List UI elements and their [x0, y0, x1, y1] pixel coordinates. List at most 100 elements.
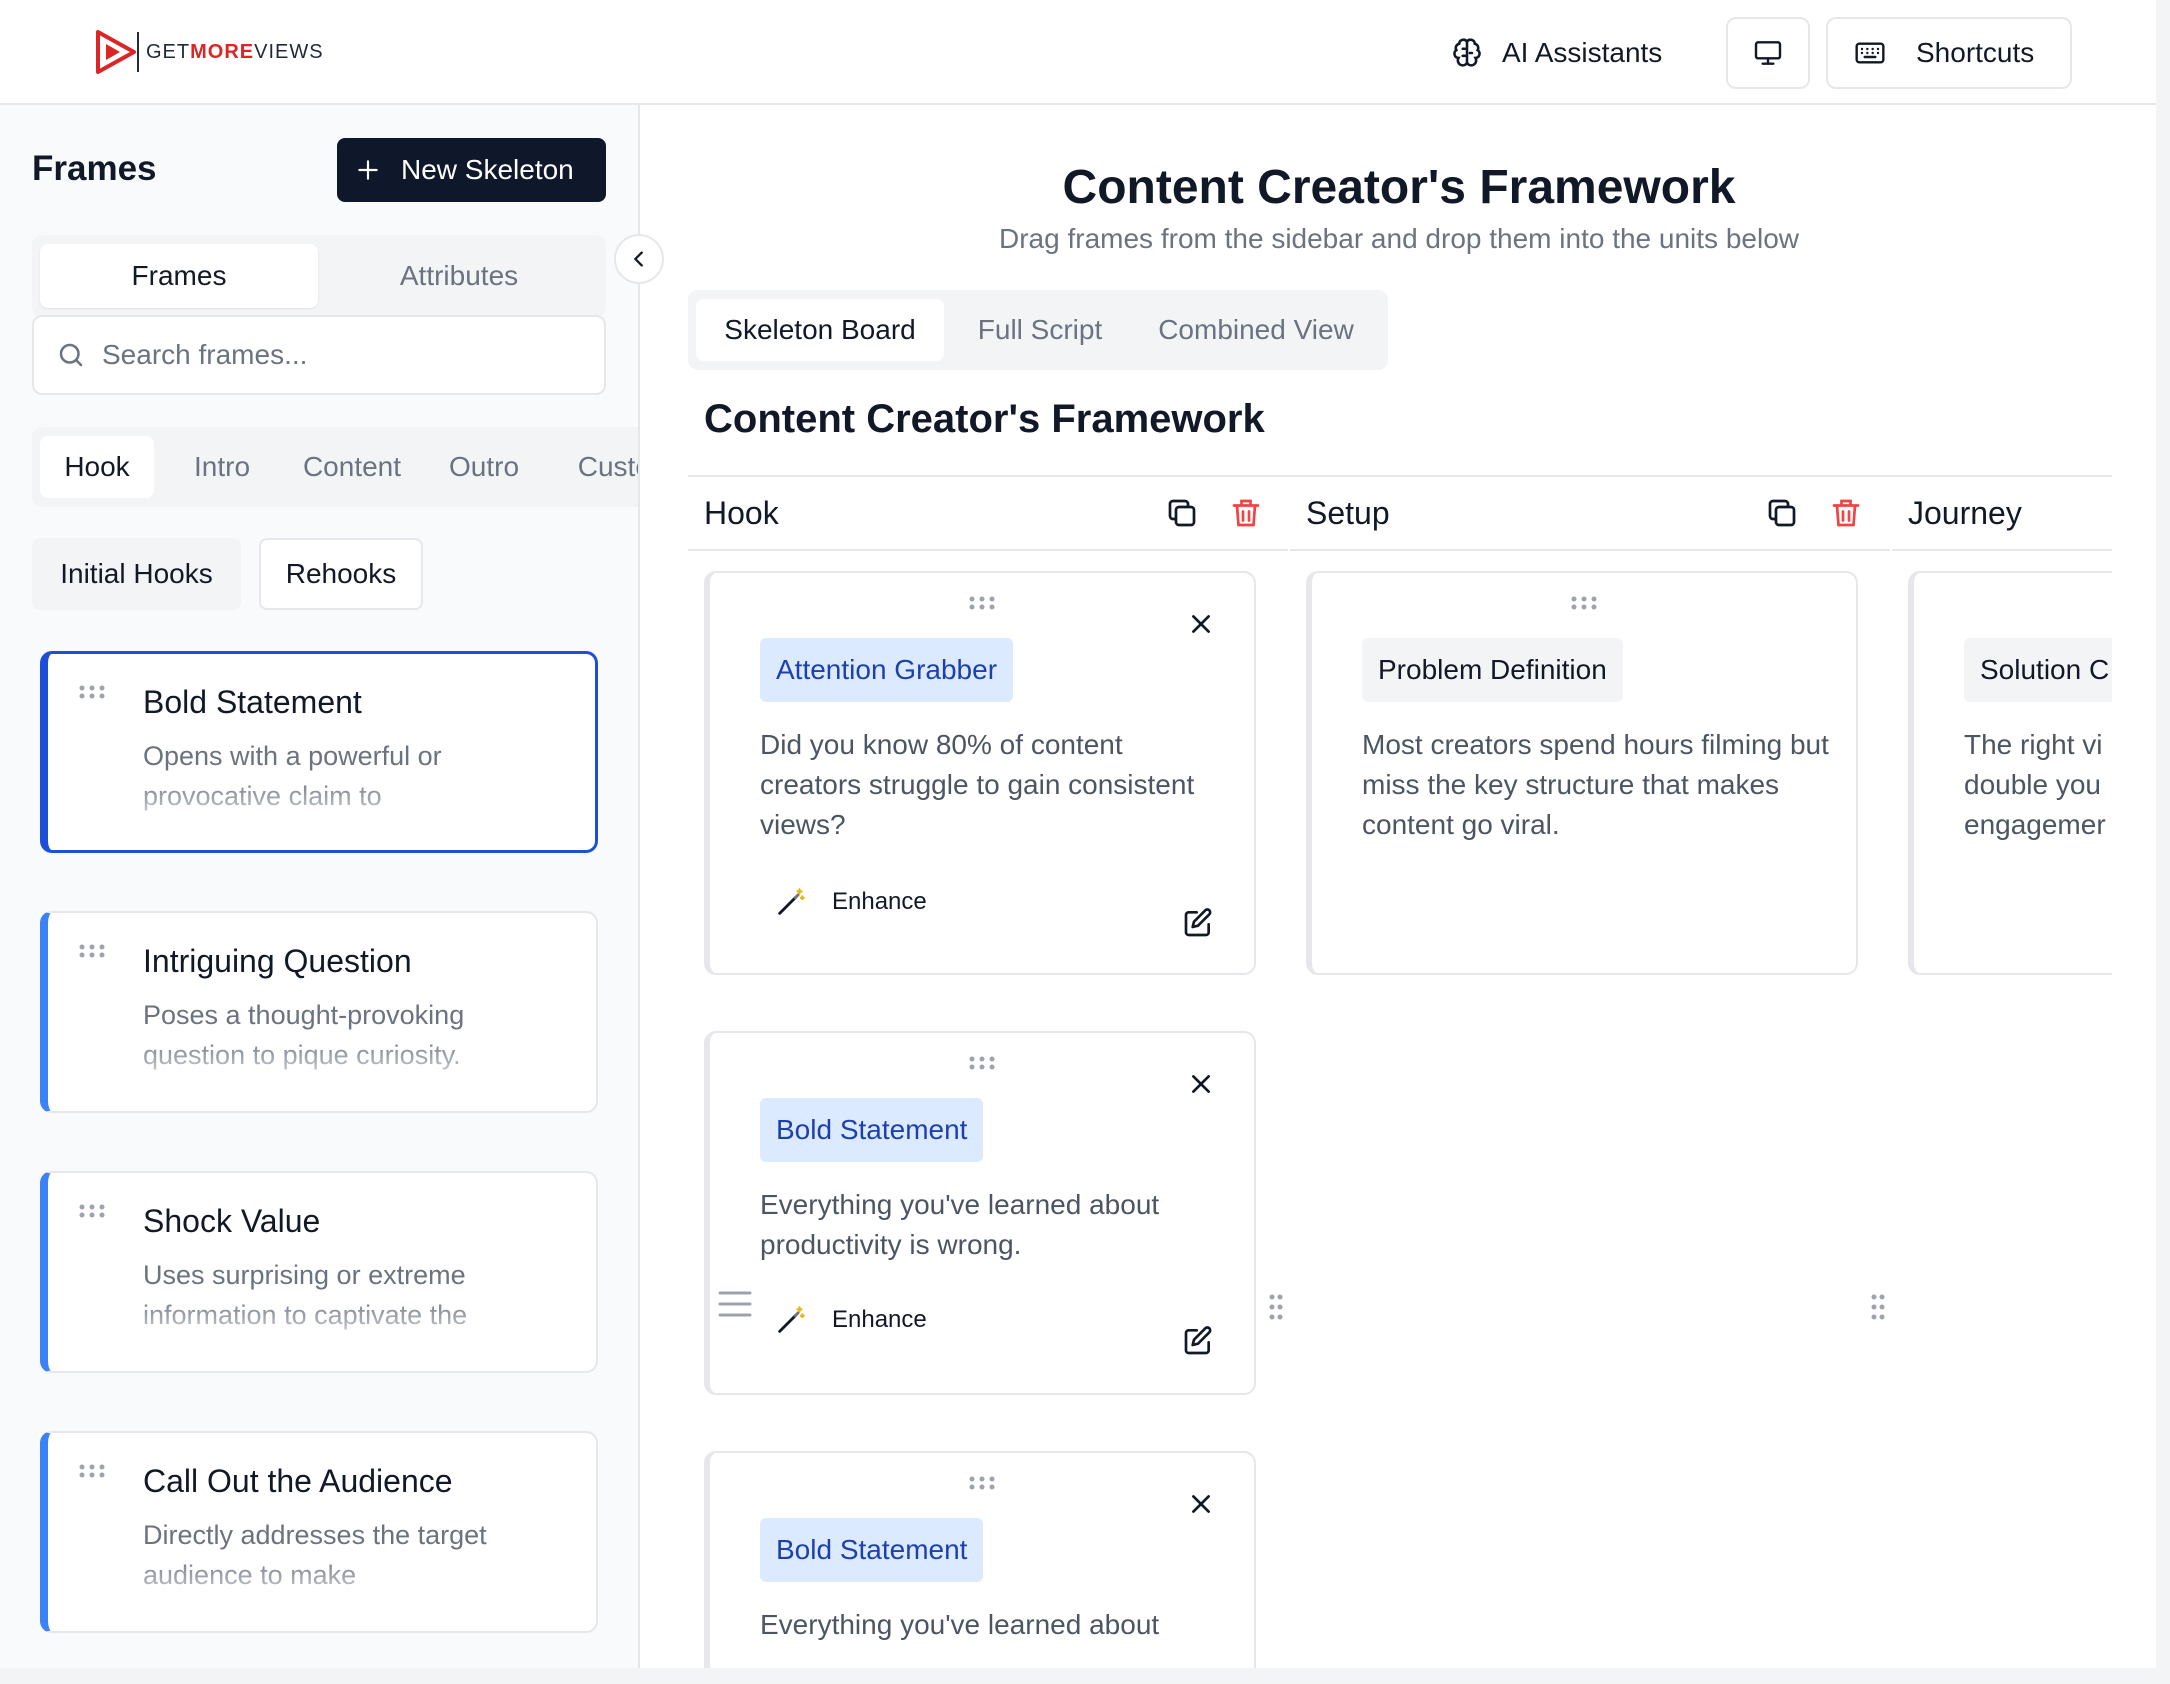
board-title: Content Creator's Framework: [704, 397, 1265, 441]
drag-handle-icon[interactable]: [78, 943, 106, 959]
card-body-text: Most creators spend hours filming but mi…: [1362, 729, 1829, 840]
unit-card-problem-definition[interactable]: Problem Definition Most creators spend h…: [1306, 571, 1858, 975]
plus-icon: [358, 160, 378, 180]
search-icon: [59, 343, 83, 367]
frame-tag: Bold Statement: [760, 1098, 984, 1162]
card-body-text: Everything you've learned about producti…: [760, 1189, 1160, 1260]
enhance-button[interactable]: Enhance: [774, 885, 927, 919]
category-intro[interactable]: Intro: [166, 436, 278, 498]
sidebar-title: Frames: [32, 149, 157, 188]
logo[interactable]: GETMOREVIEWS: [94, 28, 324, 76]
page-title: Content Creator's Framework: [1062, 161, 1736, 214]
unit-name: Journey: [1908, 494, 2022, 531]
frame-title: Intriguing Question: [143, 943, 412, 979]
unit-name: Hook: [704, 494, 779, 531]
frame-title: Bold Statement: [143, 684, 362, 720]
copy-icon[interactable]: [1764, 495, 1800, 531]
category-outro[interactable]: Outro: [428, 436, 540, 498]
frame-card-bold-statement[interactable]: Bold Statement Opens with a powerful or …: [40, 651, 598, 853]
category-hook[interactable]: Hook: [40, 436, 154, 498]
column-resize-handle-icon[interactable]: [1268, 1293, 1284, 1321]
trash-icon[interactable]: [1228, 495, 1264, 531]
trash-icon[interactable]: [1828, 495, 1864, 531]
frame-tag: Problem Definition: [1362, 638, 1623, 702]
edit-icon[interactable]: [1182, 907, 1214, 939]
drag-handle-icon[interactable]: [968, 595, 996, 611]
enhance-label: Enhance: [832, 888, 927, 915]
tab-combined-view[interactable]: Combined View: [1134, 299, 1378, 361]
chevron-left-icon: [634, 251, 643, 267]
ai-assistants-button[interactable]: AI Assistants: [1450, 28, 1662, 78]
vertical-scrollbar[interactable]: [2156, 0, 2170, 1684]
card-body-text: Everything you've learned about: [760, 1609, 1160, 1640]
new-skeleton-label: New Skeleton: [401, 154, 574, 185]
drag-handle-icon[interactable]: [968, 1475, 996, 1491]
category-content[interactable]: Content: [282, 436, 422, 498]
view-tabs: Skeleton Board Full Script Combined View: [688, 290, 1388, 370]
frame-description: Poses a thought-provoking question to pi…: [143, 1000, 465, 1070]
keyboard-icon: [1855, 42, 1885, 64]
frame-title: Shock Value: [143, 1203, 321, 1239]
menu-lines-icon[interactable]: [718, 1289, 752, 1319]
close-icon[interactable]: [1188, 1491, 1214, 1517]
column-resize-handle-icon[interactable]: [1870, 1293, 1886, 1321]
frame-card-call-out-audience[interactable]: Call Out the Audience Directly addresses…: [40, 1431, 598, 1633]
edit-icon[interactable]: [1182, 1325, 1214, 1357]
drag-handle-icon[interactable]: [78, 1463, 106, 1479]
frame-tag: Attention Grabber: [760, 638, 1014, 702]
unit-card-attention-grabber[interactable]: Attention Grabber Did you know 80% of co…: [704, 571, 1256, 975]
drag-handle-icon[interactable]: [78, 1203, 106, 1219]
card-body-text: The right vi double you engagemer: [1964, 729, 2106, 840]
shortcuts-label: Shortcuts: [1916, 37, 2035, 68]
app-window: GETMOREVIEWS AI Assistants Shortcuts Fra…: [0, 0, 2156, 1668]
sidebar-tabs: Frames Attributes: [32, 235, 606, 317]
frame-tag: Bold Statement: [760, 1518, 984, 1582]
drag-handle-icon[interactable]: [1570, 595, 1598, 611]
monitor-icon: [1754, 41, 1782, 65]
logo-text: GETMOREVIEWS: [146, 40, 324, 63]
unit-card-bold-statement[interactable]: Bold Statement Everything you've learned…: [704, 1031, 1256, 1395]
frame-card-shock-value[interactable]: Shock Value Uses surprising or extreme i…: [40, 1171, 598, 1373]
brain-icon: [1453, 38, 1481, 67]
tab-full-script[interactable]: Full Script: [952, 299, 1128, 361]
ai-assistants-label: AI Assistants: [1502, 37, 1663, 68]
subcategory-rehooks[interactable]: Rehooks: [259, 538, 423, 610]
unit-header-journey: Journey: [1892, 477, 2112, 551]
horizontal-scrollbar[interactable]: [0, 1668, 2170, 1684]
enhance-button[interactable]: Enhance: [774, 1303, 927, 1337]
frame-card-intriguing-question[interactable]: Intriguing Question Poses a thought-prov…: [40, 911, 598, 1113]
shortcuts-button[interactable]: Shortcuts: [1826, 17, 2072, 89]
category-tabs: Hook Intro Content Outro Custom: [32, 427, 638, 507]
frame-description: Directly addresses the target audience t…: [143, 1520, 487, 1590]
frames-sidebar: Frames New Skeleton Frames Attributes Se…: [0, 105, 640, 1668]
unit-name: Setup: [1306, 494, 1390, 531]
drag-handle-icon[interactable]: [78, 684, 106, 700]
close-icon[interactable]: [1188, 611, 1214, 637]
monitor-button[interactable]: [1726, 17, 1810, 89]
top-bar: GETMOREVIEWS AI Assistants Shortcuts: [0, 0, 2156, 105]
drag-handle-icon[interactable]: [968, 1055, 996, 1071]
search-placeholder: Search frames...: [102, 339, 308, 370]
unit-card-bold-statement[interactable]: Bold Statement Everything you've learned…: [704, 1451, 1256, 1668]
new-skeleton-button[interactable]: New Skeleton: [337, 138, 606, 202]
tab-frames[interactable]: Frames: [40, 244, 318, 308]
subcategory-initial-hooks[interactable]: Initial Hooks: [32, 538, 241, 610]
enhance-label: Enhance: [832, 1306, 927, 1333]
tab-skeleton-board[interactable]: Skeleton Board: [696, 299, 944, 361]
main-panel: Content Creator's Framework Drag frames …: [642, 105, 2156, 1668]
collapse-sidebar-button[interactable]: [614, 234, 664, 284]
category-custom[interactable]: Custom: [552, 436, 638, 498]
skeleton-board: Hook Setup Journey Attention Grabber Did…: [688, 475, 2112, 1668]
unit-header-setup: Setup: [1290, 477, 1890, 551]
unit-card-solution[interactable]: Solution C The right vi double you engag…: [1908, 571, 2112, 975]
close-icon[interactable]: [1188, 1071, 1214, 1097]
unit-header-hook: Hook: [688, 477, 1288, 551]
card-body-text: Did you know 80% of content creators str…: [760, 729, 1195, 840]
frame-description: Opens with a powerful or provocative cla…: [143, 741, 442, 811]
page-subtitle: Drag frames from the sidebar and drop th…: [999, 223, 1799, 254]
frame-description: Uses surprising or extreme information t…: [143, 1260, 468, 1330]
magic-wand-icon: [778, 1306, 805, 1333]
search-frames-field[interactable]: Search frames...: [32, 315, 606, 395]
tab-attributes[interactable]: Attributes: [320, 244, 598, 308]
copy-icon[interactable]: [1164, 495, 1200, 531]
